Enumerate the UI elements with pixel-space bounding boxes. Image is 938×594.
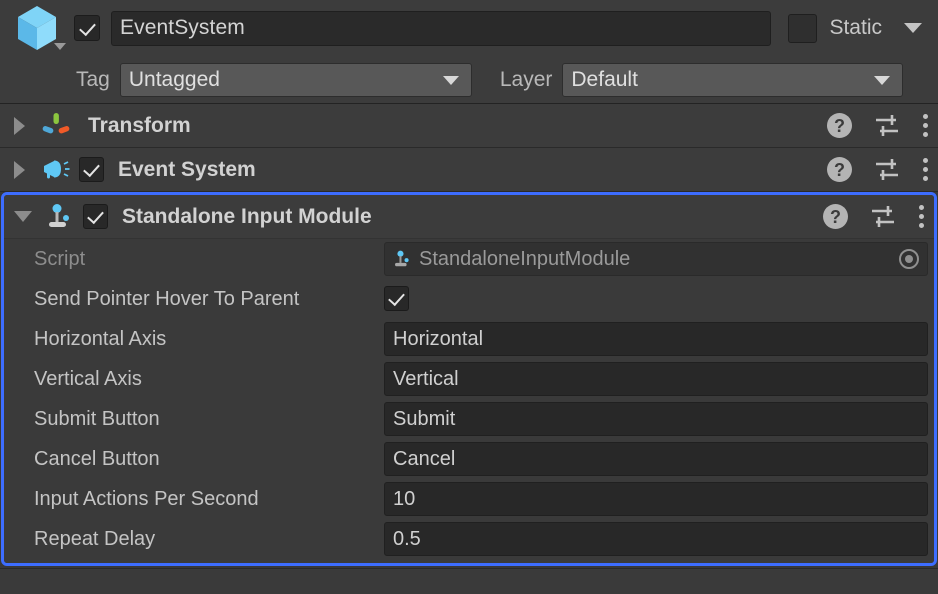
submit-button-input[interactable]: Submit: [384, 402, 928, 436]
preset-sliders-icon[interactable]: [870, 205, 896, 229]
cube-icon: [18, 6, 56, 50]
megaphone-icon: [38, 157, 74, 183]
component-title: Event System: [118, 157, 256, 181]
property-label: Horizontal Axis: [34, 327, 167, 350]
more-options-icon[interactable]: [922, 158, 928, 181]
foldout-toggle-standalone-input-module[interactable]: [4, 211, 42, 222]
gameobject-name-input[interactable]: EventSystem: [111, 10, 772, 46]
input-actions-per-second-input[interactable]: 10: [384, 482, 928, 516]
component-header-transform[interactable]: Transform ?: [0, 104, 938, 148]
preset-sliders-icon[interactable]: [874, 114, 900, 138]
property-row-script: Script StandaloneInputModule: [4, 239, 934, 279]
layer-value: Default: [571, 68, 638, 91]
property-row-input-actions-per-second: Input Actions Per Second 10: [4, 479, 934, 519]
component-title: Standalone Input Module: [122, 204, 372, 228]
property-label: Repeat Delay: [34, 527, 156, 550]
gameobject-icon-button[interactable]: [0, 0, 74, 56]
inspector-footer: [0, 568, 938, 594]
property-row-horizontal-axis: Horizontal Axis Horizontal: [4, 319, 934, 359]
component-tools: ?: [823, 195, 924, 238]
gameobject-active-checkbox[interactable]: [74, 15, 100, 41]
transform-gizmo-icon: [38, 111, 74, 141]
layer-label: Layer: [499, 68, 553, 91]
gameobject-header: EventSystem Static Tag Untagged Layer De…: [0, 0, 938, 104]
property-label: Submit Button: [34, 407, 160, 430]
tag-layer-row: Tag Untagged Layer Default: [0, 56, 938, 104]
static-checkbox[interactable]: [788, 13, 818, 43]
preset-sliders-icon[interactable]: [874, 158, 900, 182]
component-standalone-input-module: Standalone Input Module ? Script Standal…: [1, 192, 937, 566]
script-object-field[interactable]: StandaloneInputModule: [384, 242, 928, 276]
vertical-axis-input[interactable]: Vertical: [384, 362, 928, 396]
component-title: Transform: [88, 113, 191, 137]
chevron-down-icon: [442, 76, 459, 85]
layer-dropdown[interactable]: Default: [562, 63, 904, 97]
chevron-right-icon: [13, 116, 25, 135]
joystick-icon: [42, 203, 78, 231]
property-label: Cancel Button: [34, 447, 160, 470]
horizontal-axis-input[interactable]: Horizontal: [384, 322, 928, 356]
chevron-down-icon: [874, 76, 891, 85]
chevron-down-icon: [14, 211, 32, 222]
component-enabled-checkbox[interactable]: [83, 204, 108, 229]
property-list: Script StandaloneInputModule Send Pointe…: [4, 239, 934, 563]
send-pointer-hover-to-parent-checkbox[interactable]: [384, 286, 409, 311]
tag-label: Tag: [76, 68, 110, 91]
object-picker-icon[interactable]: [899, 249, 919, 269]
property-row-send-pointer-hover-to-parent: Send Pointer Hover To Parent: [4, 279, 934, 319]
component-header-standalone-input-module[interactable]: Standalone Input Module ?: [4, 195, 934, 239]
help-icon[interactable]: ?: [827, 157, 852, 182]
help-icon[interactable]: ?: [827, 113, 852, 138]
static-dropdown-arrow-icon[interactable]: [904, 23, 922, 33]
property-label: Vertical Axis: [34, 367, 142, 390]
property-label: Send Pointer Hover To Parent: [34, 287, 300, 310]
component-tools: ?: [827, 148, 928, 191]
property-row-cancel-button: Cancel Button Cancel: [4, 439, 934, 479]
chevron-right-icon: [13, 160, 25, 179]
property-row-submit-button: Submit Button Submit: [4, 399, 934, 439]
more-options-icon[interactable]: [918, 205, 924, 228]
property-label: Input Actions Per Second: [34, 487, 259, 510]
property-row-vertical-axis: Vertical Axis Vertical: [4, 359, 934, 399]
chevron-down-icon[interactable]: [54, 43, 66, 50]
script-value: StandaloneInputModule: [419, 247, 631, 270]
joystick-icon: [393, 250, 412, 269]
repeat-delay-input[interactable]: 0.5: [384, 522, 928, 556]
tag-value: Untagged: [128, 68, 220, 91]
static-label: Static: [829, 16, 882, 39]
gameobject-name-row: EventSystem Static: [0, 0, 938, 56]
tag-dropdown[interactable]: Untagged: [119, 63, 472, 97]
component-tools: ?: [827, 104, 928, 147]
cancel-button-input[interactable]: Cancel: [384, 442, 928, 476]
component-enabled-checkbox[interactable]: [79, 157, 104, 182]
help-icon[interactable]: ?: [823, 204, 848, 229]
component-header-event-system[interactable]: Event System ?: [0, 148, 938, 192]
property-row-repeat-delay: Repeat Delay 0.5: [4, 519, 934, 559]
foldout-toggle-transform[interactable]: [0, 116, 38, 135]
foldout-toggle-event-system[interactable]: [0, 160, 38, 179]
property-label: Script: [34, 247, 86, 270]
more-options-icon[interactable]: [922, 114, 928, 137]
